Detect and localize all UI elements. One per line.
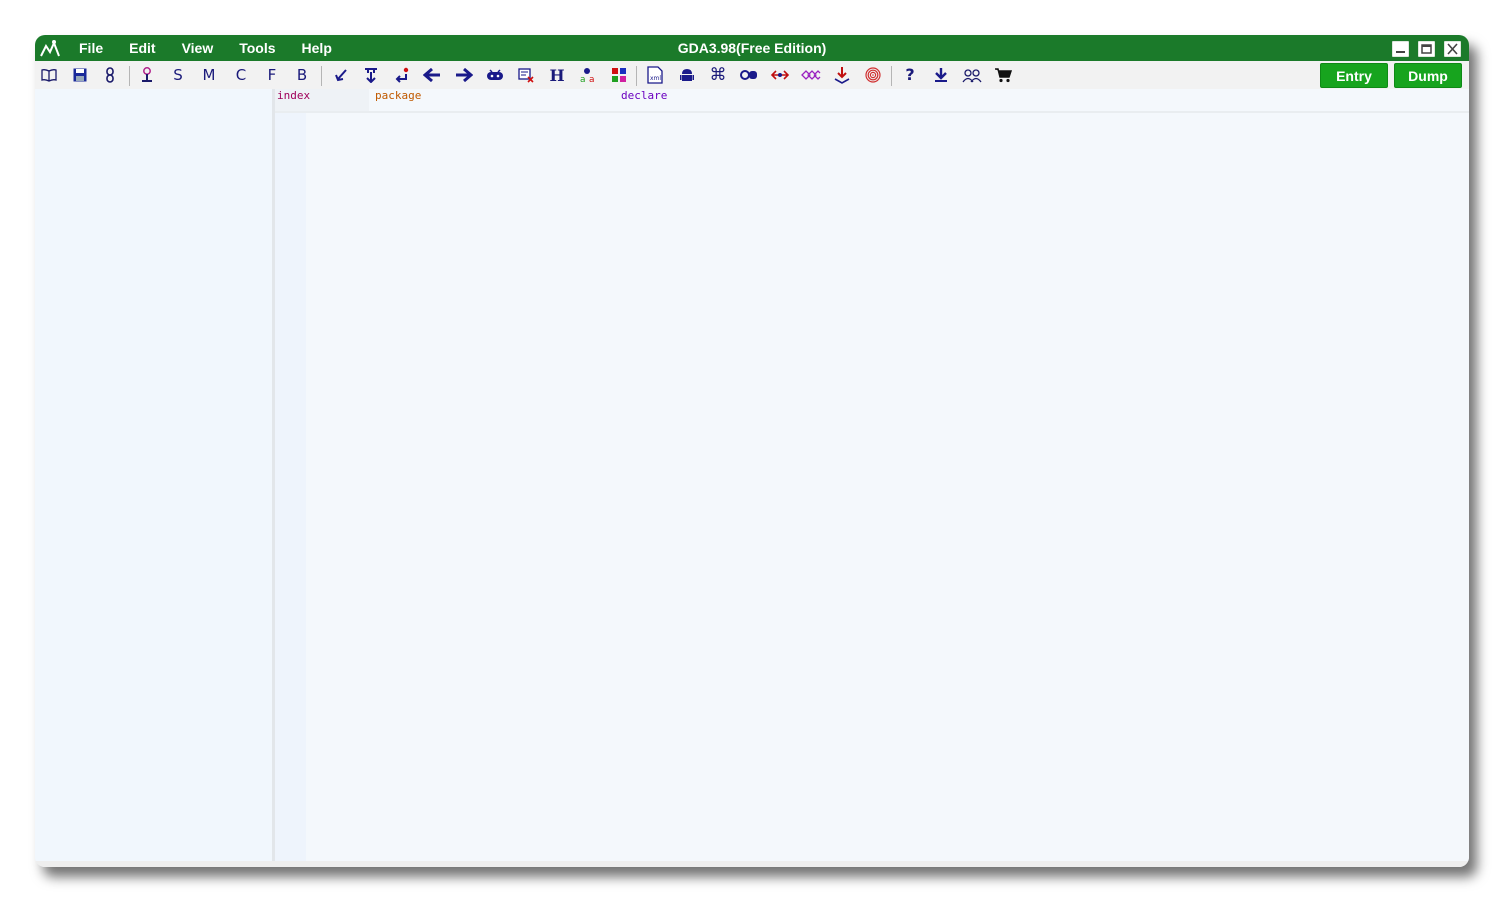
line-gutter	[275, 113, 306, 861]
users-button[interactable]	[961, 64, 983, 86]
toolbar: S M C F B H aa xml ⌘ ? Entry Dump	[35, 61, 1469, 89]
search-doc-button[interactable]	[515, 64, 537, 86]
toolbar-separator	[891, 66, 892, 86]
classes-button[interactable]: C	[230, 64, 252, 86]
strings-button[interactable]: S	[167, 64, 189, 86]
tab-package-label: package	[375, 89, 422, 102]
cart-icon	[995, 68, 1012, 83]
editor-area[interactable]: index package declare	[275, 89, 1469, 861]
xml-icon: xml	[647, 66, 663, 84]
maximize-icon	[1421, 44, 1432, 54]
column-header: index package declare	[275, 89, 1469, 111]
help-button[interactable]: ?	[899, 64, 921, 86]
jump-down-icon	[365, 68, 377, 83]
close-icon	[1447, 43, 1458, 55]
menu-view[interactable]: View	[182, 35, 214, 61]
maximize-button[interactable]	[1418, 41, 1435, 57]
entry-button[interactable]: Entry	[1320, 63, 1388, 88]
svg-text:a: a	[589, 75, 595, 83]
menu-bar: File Edit View Tools Help	[79, 35, 358, 61]
link-button[interactable]	[99, 64, 121, 86]
methods-button[interactable]: M	[198, 64, 220, 86]
chain-icon	[801, 70, 821, 80]
tab-index[interactable]: index	[275, 89, 369, 111]
help-icon: ?	[905, 65, 915, 84]
command-button[interactable]: ⌘	[707, 64, 729, 86]
tab-declare[interactable]: declare	[619, 89, 819, 111]
string-button[interactable]: aa	[577, 64, 599, 86]
status-bar	[35, 861, 1469, 867]
f-letter: F	[267, 66, 277, 84]
toolbar-separator	[129, 66, 130, 86]
jump-down-button[interactable]	[360, 64, 382, 86]
tab-declare-label: declare	[621, 89, 668, 102]
android-robot-icon	[487, 69, 503, 80]
link-icon	[106, 67, 114, 83]
close-button[interactable]	[1444, 41, 1461, 57]
tree-button[interactable]	[136, 64, 158, 86]
minimize-button[interactable]	[1392, 41, 1409, 57]
android-button[interactable]	[676, 64, 698, 86]
c-letter: C	[235, 66, 247, 84]
search-doc-icon	[518, 68, 534, 83]
download-red-button[interactable]	[831, 64, 853, 86]
forward-arrow-icon	[456, 68, 473, 82]
toggle-icon	[740, 70, 757, 80]
download-red-icon	[834, 67, 850, 84]
toolbar-separator	[636, 66, 637, 86]
title-bar[interactable]: File Edit View Tools Help GDA3.98(Free E…	[35, 35, 1469, 61]
svg-text:xml: xml	[650, 75, 661, 82]
back-arrow-icon	[423, 68, 440, 82]
tab-index-label: index	[277, 89, 311, 102]
swap-icon	[771, 70, 789, 80]
string-icon: aa	[580, 68, 595, 83]
app-window: File Edit View Tools Help GDA3.98(Free E…	[35, 35, 1469, 867]
menu-file[interactable]: File	[79, 35, 103, 61]
android-robot-button[interactable]	[484, 64, 506, 86]
b-letter: B	[296, 66, 308, 84]
menu-edit[interactable]: Edit	[129, 35, 155, 61]
fingerprint-icon	[865, 67, 881, 83]
open-book-button[interactable]	[38, 64, 60, 86]
return-icon	[395, 67, 409, 83]
chain-button[interactable]	[800, 64, 822, 86]
svg-text:a: a	[580, 75, 586, 83]
command-icon: ⌘	[709, 65, 727, 85]
dump-button[interactable]: Dump	[1394, 63, 1462, 88]
checkmark-arrow-icon	[335, 69, 347, 82]
color-grid-icon	[612, 68, 626, 82]
users-icon	[962, 69, 982, 83]
gda-logo-icon	[40, 40, 60, 57]
toggle-button[interactable]	[738, 64, 760, 86]
save-button[interactable]	[69, 64, 91, 86]
download-icon	[935, 68, 947, 82]
s-letter: S	[173, 66, 183, 84]
fingerprint-button[interactable]	[862, 64, 884, 86]
return-button[interactable]	[391, 64, 413, 86]
checkmark-arrow-button[interactable]	[330, 64, 352, 86]
bookmarks-button[interactable]: B	[291, 64, 313, 86]
swap-button[interactable]	[769, 64, 791, 86]
download-button[interactable]	[930, 64, 952, 86]
menu-help[interactable]: Help	[302, 35, 332, 61]
tree-icon	[142, 67, 152, 82]
fields-button[interactable]: F	[261, 64, 283, 86]
color-grid-button[interactable]	[608, 64, 630, 86]
forward-button[interactable]	[453, 64, 475, 86]
toolbar-separator	[321, 66, 322, 86]
cart-button[interactable]	[992, 64, 1014, 86]
tab-package[interactable]: package	[373, 89, 619, 111]
minimize-icon	[1396, 51, 1405, 53]
menu-tools[interactable]: Tools	[239, 35, 275, 61]
m-letter: M	[202, 66, 216, 84]
save-icon	[73, 68, 87, 82]
xml-button[interactable]: xml	[644, 64, 666, 86]
android-icon	[680, 69, 694, 81]
tree-panel[interactable]	[35, 89, 272, 861]
open-book-icon	[41, 69, 57, 82]
header-divider	[275, 111, 1469, 113]
back-button[interactable]	[421, 64, 443, 86]
h-letter: H	[549, 65, 565, 85]
hex-button[interactable]: H	[546, 64, 568, 86]
